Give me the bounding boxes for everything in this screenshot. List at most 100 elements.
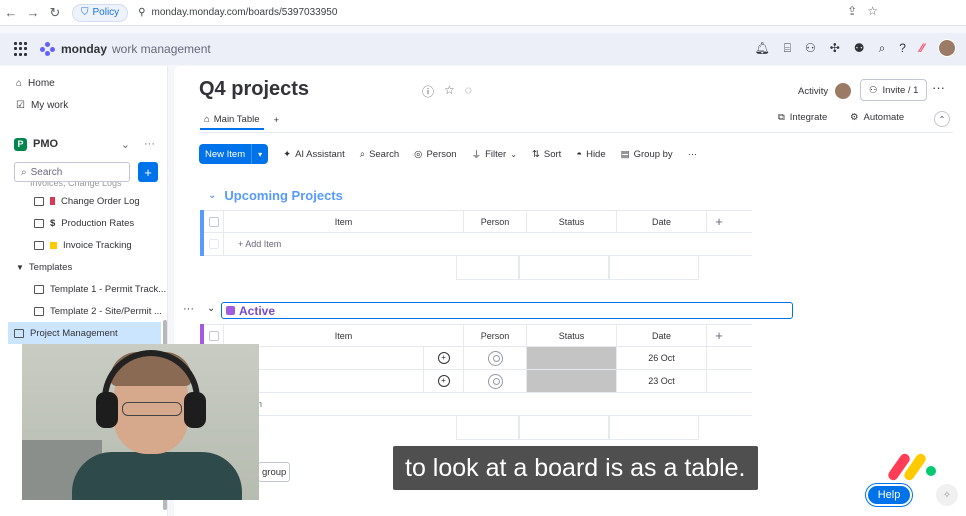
column-header-date[interactable]: Date	[617, 325, 707, 346]
board-icon	[14, 328, 24, 338]
item-updates-button[interactable]: +	[424, 370, 464, 392]
automate-label: Automate	[863, 112, 905, 123]
yellow-note-icon	[50, 241, 57, 249]
add-board-button[interactable]: +	[138, 162, 158, 182]
sidebar-board-production-rates[interactable]: $ Production Rates	[0, 212, 167, 234]
add-item-input[interactable]: dd Item	[224, 393, 724, 415]
select-all-checkbox[interactable]	[204, 211, 224, 232]
column-header-item[interactable]: Item	[224, 325, 464, 346]
tab-divider	[199, 132, 953, 133]
sidebar-my-work[interactable]: ☑ My work	[0, 94, 167, 116]
row-checkbox[interactable]	[204, 233, 224, 255]
policy-chip[interactable]: ⛉ Policy	[72, 3, 129, 22]
bookmark-star-icon[interactable]: ☆	[867, 4, 878, 18]
sidebar-home[interactable]: ⌂ Home	[0, 72, 167, 94]
help-button[interactable]: Help	[866, 484, 912, 506]
person-cell[interactable]	[464, 347, 527, 369]
group-header-upcoming[interactable]: ⌄ Upcoming Projects	[208, 188, 343, 203]
workspace-selector[interactable]: P PMO ⌄ ···	[0, 132, 167, 156]
filter-button[interactable]: ⏚ Filter ⌄	[472, 147, 517, 162]
board-icon	[34, 196, 44, 206]
board-more-icon[interactable]: ···	[932, 80, 945, 95]
teams-icon[interactable]: ⚉	[854, 41, 865, 55]
column-header-item[interactable]: Item	[224, 211, 464, 232]
group-color-swatch[interactable]	[226, 306, 235, 315]
info-icon[interactable]: ⓘ	[422, 83, 434, 100]
forward-icon[interactable]: →	[22, 2, 44, 24]
chevron-down-icon[interactable]: ⌄	[207, 303, 215, 314]
search-button[interactable]: ⌕ Search	[360, 149, 399, 160]
sidebar-template-2[interactable]: Template 2 - Site/Permit ...	[0, 300, 167, 322]
monday-apps-icon[interactable]: ⁄⁄	[920, 41, 924, 55]
item-updates-button[interactable]: +	[424, 347, 464, 369]
group-by-button[interactable]: ▤ Group by	[621, 149, 673, 160]
add-new-group-button[interactable]: group	[258, 462, 290, 482]
ai-sparkle-icon[interactable]: ✧	[936, 484, 958, 506]
apps-grid-icon[interactable]	[14, 42, 28, 56]
board-icon	[34, 306, 44, 316]
column-header-date[interactable]: Date	[617, 211, 707, 232]
more-dots-icon[interactable]: ···	[144, 138, 155, 151]
select-all-checkbox[interactable]	[204, 325, 224, 346]
back-icon[interactable]: ←	[0, 2, 22, 24]
chevron-down-icon[interactable]: ⌄	[121, 138, 130, 151]
invite-button[interactable]: ⚇ Invite / 1	[860, 79, 928, 101]
sidebar-search-input[interactable]: ⌕ Search	[14, 162, 130, 182]
sidebar-folder-templates[interactable]: ▼ Templates	[0, 256, 167, 278]
sidebar-template-1[interactable]: Template 1 - Permit Track...	[0, 278, 167, 300]
person-cell[interactable]	[464, 370, 527, 392]
table-row[interactable]: m 5 + 23 Oct	[204, 370, 752, 393]
updates-chat-icon[interactable]: ◌	[465, 83, 472, 100]
group-title-edit-input[interactable]: Active	[221, 302, 793, 319]
date-cell[interactable]: 23 Oct	[617, 370, 707, 392]
date-cell[interactable]: 26 Oct	[617, 347, 707, 369]
bell-icon[interactable]: 🔔︎	[755, 41, 770, 55]
favorite-star-icon[interactable]: ☆	[444, 83, 455, 100]
group-summary-row	[456, 416, 699, 440]
column-header-person[interactable]: Person	[464, 211, 527, 232]
tool-label: Search	[369, 148, 400, 160]
group-more-icon[interactable]: ···	[183, 303, 194, 315]
share-icon[interactable]: ⇪	[847, 4, 857, 18]
sidebar-board-change-order-log[interactable]: Change Order Log	[0, 190, 167, 212]
new-item-button[interactable]: New Item ▾	[199, 144, 269, 164]
user-avatar[interactable]	[938, 39, 956, 57]
table-row[interactable]: m 4 + 26 Oct	[204, 347, 752, 370]
activity-button[interactable]: Activity	[798, 82, 853, 100]
search-icon[interactable]: ⌕	[879, 41, 886, 56]
column-header-status[interactable]: Status	[527, 211, 617, 232]
sidebar-board-project-management[interactable]: Project Management	[8, 322, 161, 344]
column-header-person[interactable]: Person	[464, 325, 527, 346]
add-view-button[interactable]: +	[274, 115, 280, 126]
monday-logo[interactable]: monday work management	[40, 42, 211, 56]
person-filter-button[interactable]: ◎ Person	[414, 149, 456, 160]
group-title[interactable]: Upcoming Projects	[224, 188, 342, 203]
help-icon[interactable]: ?	[899, 41, 906, 55]
hide-button[interactable]: ◓ Hide	[576, 149, 605, 160]
status-cell[interactable]	[527, 347, 617, 369]
monday-brand-logo	[886, 450, 938, 484]
chevron-down-icon[interactable]: ▾	[252, 150, 268, 159]
sort-button[interactable]: ⇅ Sort	[532, 149, 561, 160]
address-bar[interactable]: ⚲ monday.monday.com/boards/5397033950	[138, 7, 337, 18]
add-column-button[interactable]: +	[707, 325, 731, 346]
invite-members-icon[interactable]: ⚇	[805, 41, 816, 55]
automate-button[interactable]: ⚙ Automate	[850, 112, 904, 123]
chevron-down-icon[interactable]: ⌄	[208, 190, 216, 201]
apps-puzzle-icon[interactable]: ✣	[830, 41, 840, 55]
empty-cell	[707, 370, 731, 392]
toolbar-more-icon[interactable]: ···	[688, 149, 698, 160]
add-item-input[interactable]: + Add Item	[224, 233, 724, 255]
inbox-icon[interactable]: ⌸	[784, 41, 791, 56]
ai-assistant-button[interactable]: ✦ AI Assistant	[283, 149, 345, 160]
column-header-status[interactable]: Status	[527, 325, 617, 346]
tab-main-table[interactable]: ⌂ Main Table	[200, 110, 264, 130]
status-cell[interactable]	[527, 370, 617, 392]
sidebar-board-invoice-tracking[interactable]: Invoice Tracking	[0, 234, 167, 256]
board-title[interactable]: Q4 projects	[199, 78, 309, 101]
add-column-button[interactable]: +	[707, 211, 731, 232]
app-header: monday work management 🔔︎ ⌸ ⚇ ✣ ⚉ ⌕ ? ⁄⁄	[0, 33, 966, 65]
integrate-button[interactable]: ⧉ Integrate	[778, 112, 827, 123]
collapse-header-icon[interactable]: ⌃	[934, 111, 950, 127]
reload-icon[interactable]: ↻	[44, 2, 66, 24]
